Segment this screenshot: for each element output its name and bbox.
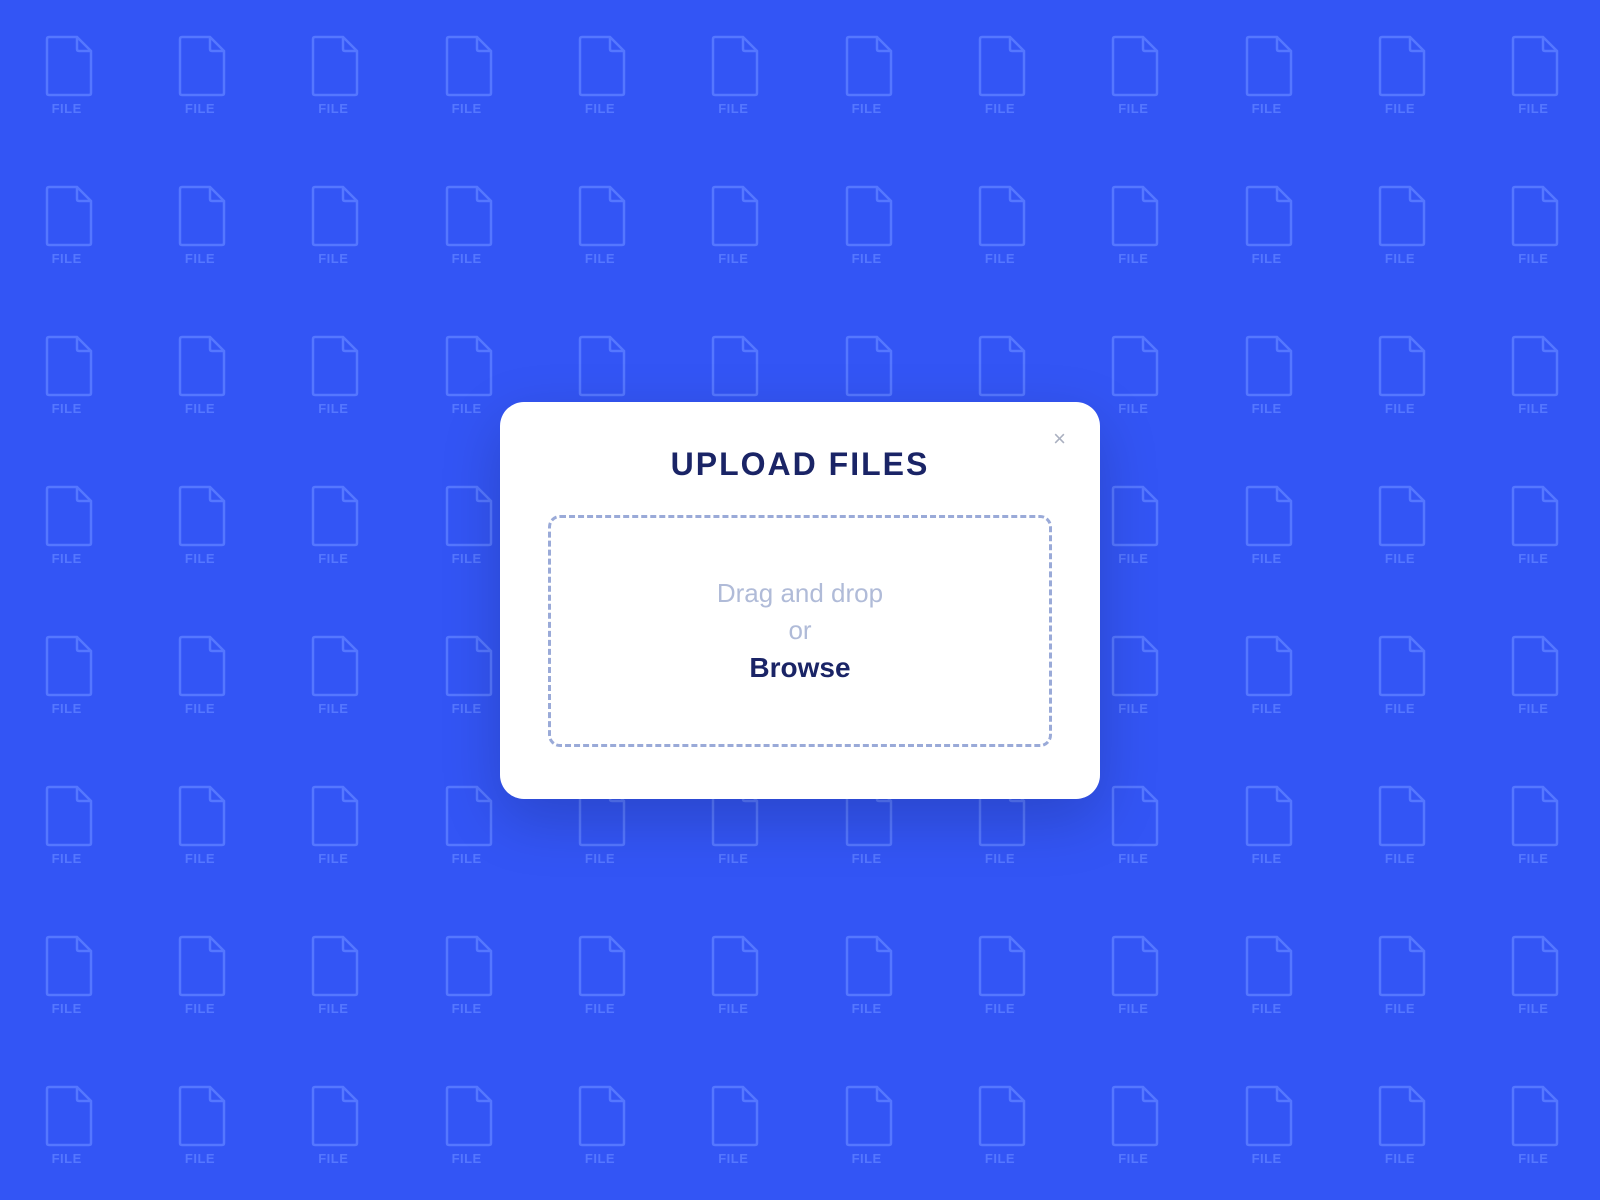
modal-overlay: × UPLOAD FILES Drag and drop or Browse bbox=[0, 0, 1600, 1200]
browse-text[interactable]: Browse bbox=[749, 652, 850, 684]
close-button[interactable]: × bbox=[1047, 424, 1072, 454]
drag-drop-text: Drag and drop bbox=[717, 578, 883, 609]
modal-title: UPLOAD FILES bbox=[548, 446, 1052, 483]
or-text: or bbox=[788, 615, 811, 646]
dropzone[interactable]: Drag and drop or Browse bbox=[548, 515, 1052, 747]
upload-modal: × UPLOAD FILES Drag and drop or Browse bbox=[500, 402, 1100, 799]
